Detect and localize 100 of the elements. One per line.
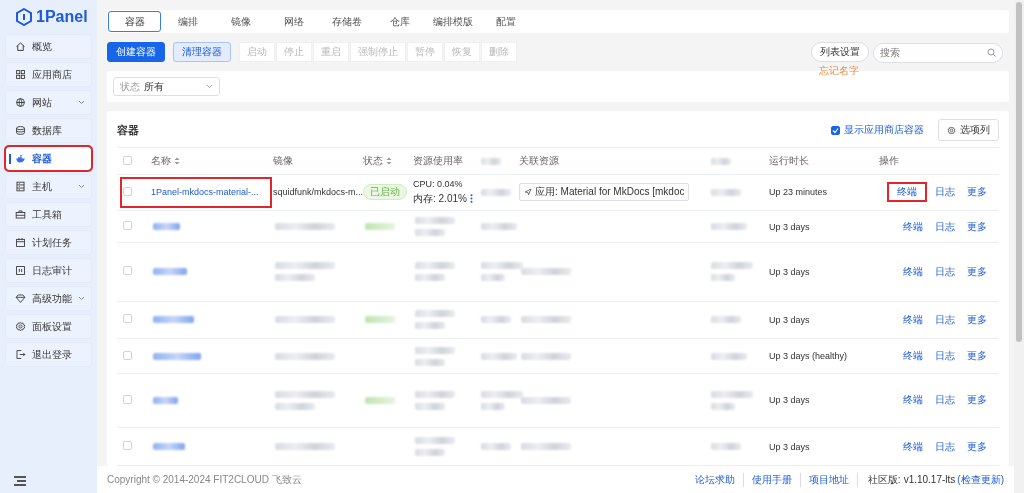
footer-link[interactable]: 论坛求助 bbox=[686, 472, 744, 487]
sidebar-item[interactable]: 计划任务 bbox=[5, 230, 92, 255]
blurred-text bbox=[481, 402, 505, 410]
search-icon bbox=[987, 48, 996, 57]
database-icon bbox=[15, 125, 26, 136]
row-action-link[interactable]: 日志 bbox=[933, 392, 957, 409]
blurred-text bbox=[481, 316, 511, 324]
sidebar-item[interactable]: 概览 bbox=[5, 34, 92, 59]
sidebar-item[interactable]: 面板设置 bbox=[5, 314, 92, 339]
globe-icon bbox=[15, 97, 26, 108]
sidebar-item[interactable]: 退出登录 bbox=[5, 342, 92, 367]
blurred-text bbox=[711, 262, 753, 270]
row-action-link[interactable]: 更多 bbox=[965, 184, 989, 201]
footer-link[interactable]: 项目地址 bbox=[800, 472, 858, 487]
blurred-text bbox=[711, 402, 735, 410]
row-checkbox[interactable] bbox=[123, 314, 132, 324]
row-action-link[interactable]: 终端 bbox=[901, 312, 925, 328]
tab[interactable]: 网络 bbox=[267, 11, 320, 32]
sort-icon[interactable] bbox=[174, 157, 180, 166]
sidebar-item[interactable]: 容器 bbox=[5, 146, 92, 171]
checkmark-icon bbox=[832, 126, 839, 134]
sidebar-item[interactable]: 网站 bbox=[5, 90, 92, 115]
tab[interactable]: 容器 bbox=[108, 11, 161, 32]
row-action-link[interactable]: 更多 bbox=[965, 263, 989, 280]
row-checkbox[interactable] bbox=[123, 187, 132, 196]
tab[interactable]: 仓库 bbox=[373, 11, 426, 32]
row-action-link[interactable]: 更多 bbox=[965, 348, 989, 365]
linked-resource-tag[interactable]: 应用: Material for MkDocs [mkdoc bbox=[519, 183, 690, 202]
status-filter-select[interactable]: 状态 所有 bbox=[113, 77, 220, 96]
blurred-text bbox=[415, 310, 455, 318]
status-tag: 已启动 bbox=[363, 184, 407, 201]
clean-containers-button[interactable]: 清理容器 bbox=[173, 42, 231, 62]
container-name-link[interactable]: 1Panel-mkdocs-material-... bbox=[151, 187, 259, 198]
row-checkbox[interactable] bbox=[123, 266, 132, 276]
row-action-link[interactable]: 日志 bbox=[933, 218, 957, 235]
row-action-link[interactable]: 更多 bbox=[965, 392, 989, 409]
tab[interactable]: 配置 bbox=[479, 11, 532, 32]
tab[interactable]: 镜像 bbox=[214, 11, 267, 32]
row-action-link[interactable]: 日志 bbox=[933, 263, 957, 280]
sort-icon[interactable] bbox=[386, 157, 392, 166]
sidebar-item[interactable]: 应用商店 bbox=[5, 62, 92, 87]
row-action-link[interactable]: 日志 bbox=[933, 438, 957, 455]
more-icon[interactable] bbox=[469, 194, 473, 204]
search-field[interactable]: 搜索 bbox=[873, 42, 1003, 63]
sidebar-item[interactable]: 日志审计 bbox=[5, 258, 92, 283]
blurred-text bbox=[711, 157, 731, 165]
edition-label: 社区版: bbox=[866, 472, 901, 487]
column-header: 资源使用率 bbox=[413, 154, 463, 169]
column-header[interactable]: 名称 bbox=[151, 154, 171, 169]
sidebar-item[interactable]: 主机 bbox=[5, 174, 92, 199]
row-checkbox[interactable] bbox=[123, 441, 132, 451]
row-action-link[interactable]: 终端 bbox=[901, 438, 925, 455]
row-action-link[interactable]: 日志 bbox=[933, 348, 957, 365]
select-all-checkbox[interactable] bbox=[123, 155, 132, 165]
column-header[interactable]: 状态 bbox=[363, 154, 383, 169]
copyright-text: Copyright © 2014-2024 FIT2CLOUD 飞致云 bbox=[107, 472, 303, 487]
sidebar-item[interactable]: 数据库 bbox=[5, 118, 92, 143]
blurred-text bbox=[415, 390, 455, 398]
row-action-link[interactable]: 更多 bbox=[965, 312, 989, 328]
row-checkbox[interactable] bbox=[123, 394, 132, 404]
blurred-text bbox=[415, 346, 455, 354]
blurred-text bbox=[481, 352, 517, 360]
blurred-text bbox=[415, 262, 455, 270]
row-action-link[interactable]: 终端 bbox=[901, 263, 925, 280]
uptime-text: Up 23 minutes bbox=[769, 187, 828, 198]
blurred-text bbox=[521, 352, 571, 360]
blurred-text bbox=[415, 449, 445, 457]
row-action-link[interactable]: 终端 bbox=[889, 184, 925, 201]
footer-link[interactable]: 使用手册 bbox=[743, 472, 801, 487]
row-action-link[interactable]: 更多 bbox=[965, 438, 989, 455]
tab[interactable]: 存储卷 bbox=[320, 11, 373, 32]
blurred-text bbox=[481, 274, 505, 282]
blurred-text bbox=[481, 223, 517, 231]
row-checkbox[interactable] bbox=[123, 221, 132, 231]
scrollbar[interactable] bbox=[1014, 0, 1024, 493]
blurred-text bbox=[481, 189, 511, 196]
row-action-link[interactable]: 日志 bbox=[933, 184, 957, 201]
blurred-text bbox=[415, 217, 455, 225]
row-action-link[interactable]: 日志 bbox=[933, 312, 957, 328]
row-action-link[interactable]: 终端 bbox=[901, 348, 925, 365]
sidebar-item[interactable]: 工具箱 bbox=[5, 202, 92, 227]
sidebar-item[interactable]: 高级功能 bbox=[5, 286, 92, 311]
column-options-button[interactable]: 选项列 bbox=[938, 119, 999, 142]
row-action-link[interactable]: 终端 bbox=[901, 218, 925, 235]
toolbox-icon bbox=[15, 209, 26, 220]
tab[interactable]: 编排 bbox=[161, 11, 214, 32]
logo-icon bbox=[16, 8, 32, 26]
show-app-containers-checkbox[interactable]: 显示应用商店容器 bbox=[831, 123, 924, 138]
column-header: 关联资源 bbox=[519, 154, 559, 169]
row-checkbox[interactable] bbox=[123, 350, 132, 360]
list-settings-button[interactable]: 列表设置 bbox=[811, 42, 869, 62]
tab[interactable]: 编排模版 bbox=[426, 11, 479, 32]
blurred-text bbox=[275, 223, 335, 231]
check-update-link[interactable]: (检查更新) bbox=[955, 472, 1004, 487]
blurred-text bbox=[275, 402, 315, 410]
menu-icon[interactable] bbox=[14, 476, 26, 486]
row-action-link[interactable]: 终端 bbox=[901, 392, 925, 409]
blurred-text bbox=[711, 223, 747, 231]
row-action-link[interactable]: 更多 bbox=[965, 218, 989, 235]
create-container-button[interactable]: 创建容器 bbox=[107, 42, 165, 62]
